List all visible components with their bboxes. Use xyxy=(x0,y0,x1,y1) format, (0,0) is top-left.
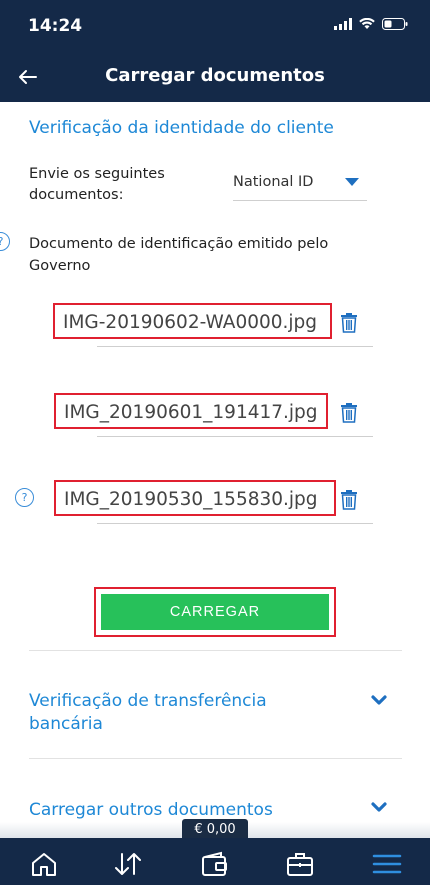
file-name: IMG_20190601_191417.jpg xyxy=(54,393,328,429)
home-icon[interactable] xyxy=(28,850,60,878)
file-row: IMG_20190530_155830.jpg xyxy=(50,480,380,526)
trash-icon[interactable] xyxy=(340,490,358,510)
file-row: IMG_20190601_191417.jpg xyxy=(50,393,380,439)
caret-down-icon xyxy=(345,178,359,186)
trash-icon[interactable] xyxy=(340,313,358,333)
briefcase-icon[interactable] xyxy=(284,850,316,878)
bottom-tab-bar xyxy=(0,838,430,885)
status-bar: 14:24 xyxy=(0,0,430,52)
chevron-down-icon[interactable] xyxy=(371,802,387,813)
page-title: Carregar documentos xyxy=(105,65,325,86)
document-type-select[interactable]: National ID xyxy=(233,168,367,201)
trash-icon[interactable] xyxy=(340,403,358,423)
divider xyxy=(29,650,402,651)
other-documents-accordion[interactable]: Carregar outros documentos xyxy=(29,799,329,822)
signal-icon xyxy=(334,18,352,30)
divider xyxy=(29,758,402,759)
help-icon[interactable]: ? xyxy=(15,488,34,507)
upload-button[interactable]: CARREGAR xyxy=(101,594,329,630)
file-name: IMG-20190602-WA0000.jpg xyxy=(53,303,332,339)
status-icons xyxy=(334,18,408,30)
wallet-icon[interactable] xyxy=(199,850,231,878)
file-underline xyxy=(97,523,373,524)
status-time: 14:24 xyxy=(28,16,83,36)
transfer-icon[interactable] xyxy=(112,850,144,878)
file-underline xyxy=(97,346,373,347)
document-type-value: National ID xyxy=(233,174,314,190)
wifi-icon xyxy=(359,18,375,29)
help-icon-glyph: ? xyxy=(0,232,10,251)
menu-icon[interactable] xyxy=(371,850,403,878)
bank-transfer-accordion[interactable]: Verificação de transferência bancária xyxy=(29,690,329,736)
chevron-down-icon[interactable] xyxy=(371,695,387,706)
battery-icon xyxy=(382,18,408,30)
send-documents-label: Envie os seguintes documentos: xyxy=(29,166,165,203)
upload-button-highlight: CARREGAR xyxy=(94,587,336,637)
identity-section-title: Verificação da identidade do cliente xyxy=(29,118,334,138)
government-id-label: Documento de identificação emitido pelo … xyxy=(29,236,329,274)
file-row: IMG-20190602-WA0000.jpg xyxy=(50,303,380,349)
help-icon-glyph: ? xyxy=(15,488,34,507)
file-name: IMG_20190530_155830.jpg xyxy=(54,480,336,516)
file-underline xyxy=(97,436,373,437)
app-header: Carregar documentos xyxy=(0,52,430,102)
help-icon[interactable]: ? xyxy=(0,232,10,251)
